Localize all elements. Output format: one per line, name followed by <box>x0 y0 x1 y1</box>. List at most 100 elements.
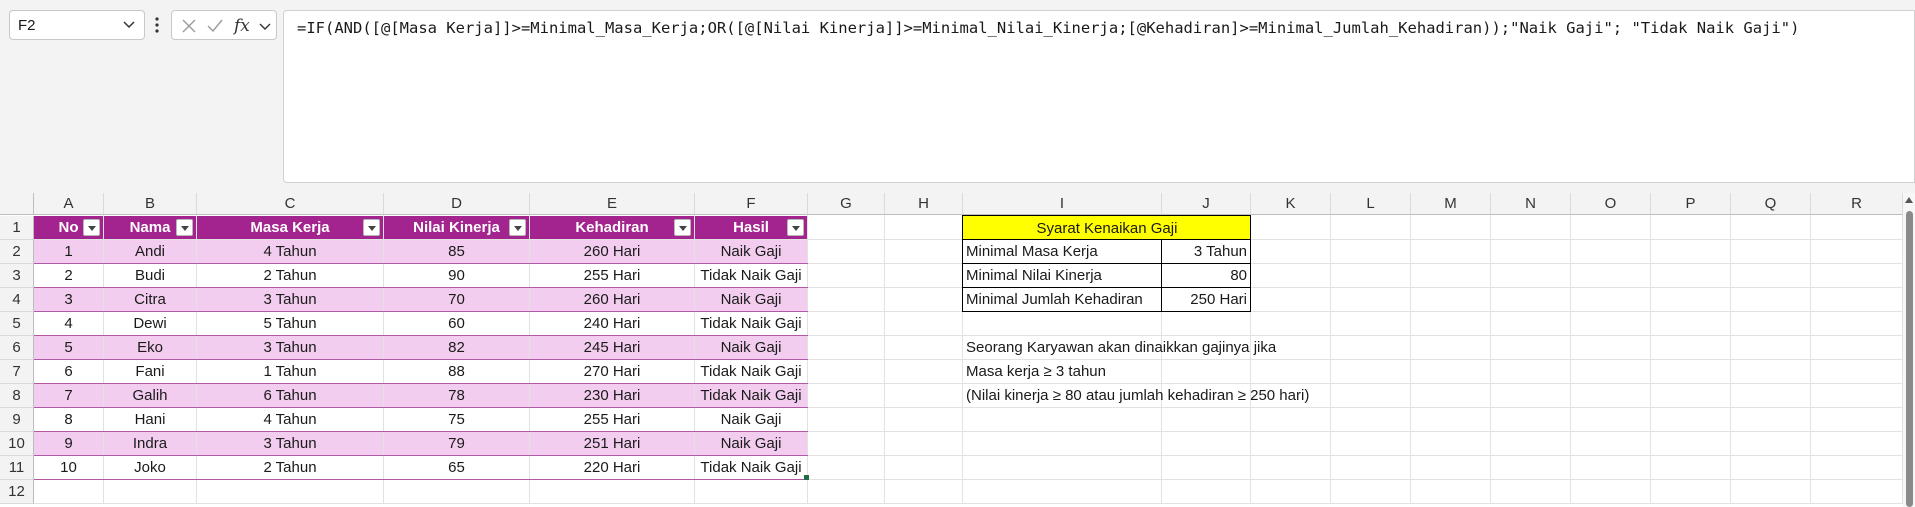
checkmark-icon[interactable] <box>206 17 224 35</box>
vertical-scrollbar[interactable] <box>1903 193 1915 507</box>
row-header-10[interactable]: 10 <box>0 432 34 456</box>
column-header-o[interactable]: O <box>1571 193 1651 215</box>
table-cell[interactable]: Naik Gaji <box>695 432 807 455</box>
row-header-9[interactable]: 9 <box>0 408 34 432</box>
table-cell[interactable]: 4 Tahun <box>197 408 383 431</box>
table-cell[interactable]: Andi <box>104 240 196 263</box>
column-header-q[interactable]: Q <box>1731 193 1811 215</box>
table-cell[interactable]: Tidak Naik Gaji <box>695 264 807 287</box>
table-cell[interactable]: 220 Hari <box>530 456 694 479</box>
table-header-cell[interactable]: Kehadiran <box>530 216 694 239</box>
table-header-cell[interactable]: Nilai Kinerja <box>384 216 529 239</box>
column-header-j[interactable]: J <box>1162 193 1251 215</box>
filter-dropdown-icon[interactable] <box>363 219 380 236</box>
column-header-c[interactable]: C <box>197 193 384 215</box>
table-cell[interactable]: 1 Tahun <box>197 360 383 383</box>
column-header-a[interactable]: A <box>34 193 104 215</box>
table-cell[interactable]: Dewi <box>104 312 196 335</box>
row-header-12[interactable]: 12 <box>0 480 34 504</box>
select-all-corner[interactable] <box>0 193 34 215</box>
table-cell[interactable]: 6 Tahun <box>197 384 383 407</box>
table-cell[interactable]: 5 Tahun <box>197 312 383 335</box>
table-cell[interactable]: Indra <box>104 432 196 455</box>
chevron-down-icon[interactable] <box>258 19 272 33</box>
table-cell[interactable]: 82 <box>384 336 529 359</box>
table-cell[interactable]: Joko <box>104 456 196 479</box>
note-text[interactable]: Seorang Karyawan akan dinaikkan gajinya … <box>963 336 1276 359</box>
table-cell[interactable]: 10 <box>34 456 103 479</box>
column-header-d[interactable]: D <box>384 193 530 215</box>
table-cell[interactable]: Tidak Naik Gaji <box>695 384 807 407</box>
table-cell[interactable]: 88 <box>384 360 529 383</box>
row-header-8[interactable]: 8 <box>0 384 34 408</box>
row-header-5[interactable]: 5 <box>0 312 34 336</box>
note-text[interactable]: (Nilai kinerja ≥ 80 atau jumlah kehadira… <box>963 384 1309 407</box>
table-cell[interactable]: 3 Tahun <box>197 288 383 311</box>
table-cell[interactable]: 3 Tahun <box>197 432 383 455</box>
table-cell[interactable]: Galih <box>104 384 196 407</box>
column-header-h[interactable]: H <box>885 193 963 215</box>
row-header-2[interactable]: 2 <box>0 240 34 264</box>
filter-dropdown-icon[interactable] <box>674 219 691 236</box>
table-header-cell[interactable]: Masa Kerja <box>197 216 383 239</box>
table-cell[interactable]: 78 <box>384 384 529 407</box>
filter-dropdown-icon[interactable] <box>509 219 526 236</box>
row-header-6[interactable]: 6 <box>0 336 34 360</box>
fill-handle[interactable] <box>804 475 809 480</box>
table-cell[interactable]: 270 Hari <box>530 360 694 383</box>
name-box[interactable]: F2 <box>9 10 145 40</box>
table-cell[interactable]: 90 <box>384 264 529 287</box>
x-icon[interactable] <box>180 17 198 35</box>
table-cell[interactable]: Naik Gaji <box>695 408 807 431</box>
row-header-1[interactable]: 1 <box>0 216 34 240</box>
table-cell[interactable]: Naik Gaji <box>695 336 807 359</box>
table-cell[interactable]: 260 Hari <box>530 240 694 263</box>
table-cell[interactable]: 230 Hari <box>530 384 694 407</box>
table-cell[interactable]: 7 <box>34 384 103 407</box>
column-header-r[interactable]: R <box>1811 193 1903 215</box>
table-cell[interactable]: 4 Tahun <box>197 240 383 263</box>
table-cell[interactable]: 60 <box>384 312 529 335</box>
table-cell[interactable]: Tidak Naik Gaji <box>695 312 807 335</box>
table-cell[interactable]: 65 <box>384 456 529 479</box>
column-header-i[interactable]: I <box>963 193 1162 215</box>
table-cell[interactable]: 240 Hari <box>530 312 694 335</box>
table-cell[interactable]: Tidak Naik Gaji <box>695 456 807 479</box>
row-header-4[interactable]: 4 <box>0 288 34 312</box>
column-header-e[interactable]: E <box>530 193 695 215</box>
table-cell[interactable]: 2 Tahun <box>197 456 383 479</box>
table-cell[interactable]: Eko <box>104 336 196 359</box>
table-cell[interactable]: Citra <box>104 288 196 311</box>
column-header-g[interactable]: G <box>808 193 885 215</box>
row-header-3[interactable]: 3 <box>0 264 34 288</box>
table-cell[interactable]: Tidak Naik Gaji <box>695 360 807 383</box>
column-header-m[interactable]: M <box>1411 193 1491 215</box>
row-header-7[interactable]: 7 <box>0 360 34 384</box>
fx-icon[interactable]: fx <box>232 15 256 37</box>
table-cell[interactable]: 3 Tahun <box>197 336 383 359</box>
table-cell[interactable]: Naik Gaji <box>695 240 807 263</box>
table-cell[interactable]: 75 <box>384 408 529 431</box>
column-header-f[interactable]: F <box>695 193 808 215</box>
scroll-up-arrow-icon[interactable] <box>1905 197 1913 203</box>
table-cell[interactable]: 5 <box>34 336 103 359</box>
table-cell[interactable]: 1 <box>34 240 103 263</box>
table-cell[interactable]: 255 Hari <box>530 408 694 431</box>
table-cell[interactable]: 260 Hari <box>530 288 694 311</box>
table-cell[interactable]: 6 <box>34 360 103 383</box>
table-cell[interactable]: 255 Hari <box>530 264 694 287</box>
table-cell[interactable]: 2 Tahun <box>197 264 383 287</box>
table-cell[interactable]: 9 <box>34 432 103 455</box>
column-header-l[interactable]: L <box>1331 193 1411 215</box>
table-cell[interactable]: Fani <box>104 360 196 383</box>
table-cell[interactable]: 4 <box>34 312 103 335</box>
note-text[interactable]: Masa kerja ≥ 3 tahun <box>963 360 1106 383</box>
filter-dropdown-icon[interactable] <box>787 219 804 236</box>
column-header-p[interactable]: P <box>1651 193 1731 215</box>
table-cell[interactable]: 251 Hari <box>530 432 694 455</box>
chevron-down-icon[interactable] <box>122 17 136 31</box>
table-cell[interactable]: 8 <box>34 408 103 431</box>
more-options-icon[interactable] <box>152 14 162 36</box>
filter-dropdown-icon[interactable] <box>83 219 100 236</box>
column-header-k[interactable]: K <box>1251 193 1331 215</box>
